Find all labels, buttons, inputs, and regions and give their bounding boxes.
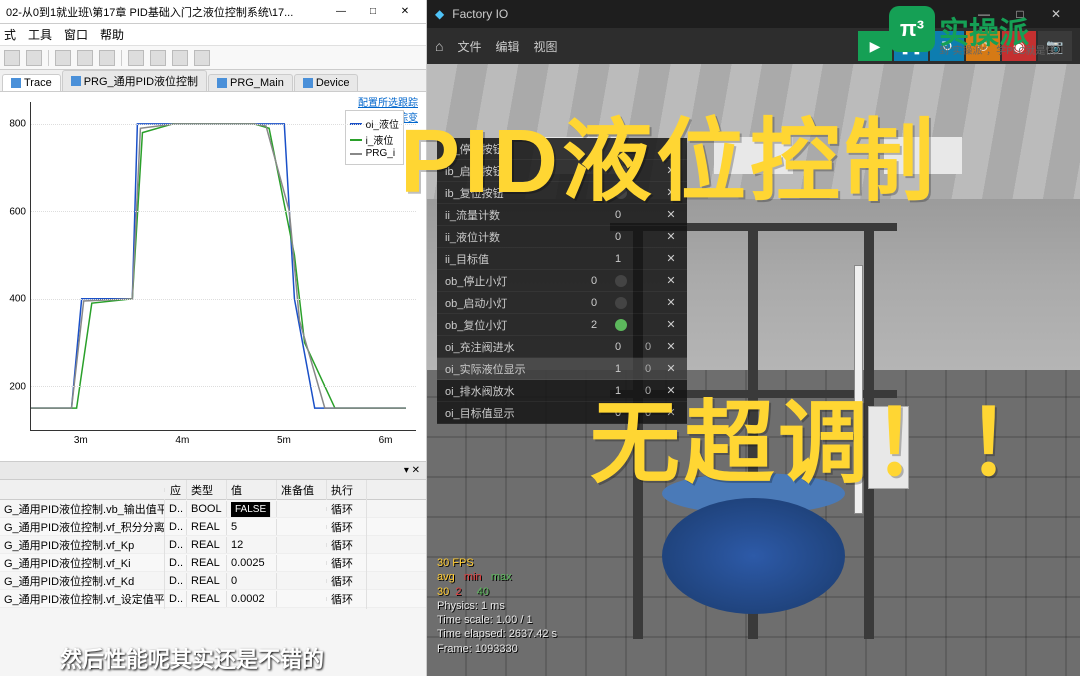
ide-titlebar: 02-从0到1就业班\第17章 PID基础入门之液位控制系统\17... — □… xyxy=(0,0,426,24)
toolbar-icon[interactable] xyxy=(150,50,166,66)
tab-device[interactable]: Device xyxy=(294,74,359,91)
close-icon[interactable]: ✕ xyxy=(663,362,679,375)
tab-prg-pid[interactable]: PRG_通用PID液位控制 xyxy=(62,70,207,91)
menu-item[interactable]: 帮助 xyxy=(100,26,124,43)
variable-table: 应 类型 值 准备值 执行 G_通用PID液位控制.vb_输出值平滑D..BOO… xyxy=(0,480,426,608)
trace-icon xyxy=(11,78,21,88)
close-icon[interactable]: ✕ xyxy=(663,252,679,265)
brand-tagline: 到"实操派"，学PLC就是快！ xyxy=(939,42,1066,57)
close-icon[interactable]: ✕ xyxy=(663,164,679,177)
table-row[interactable]: G_通用PID液位控制.vf_积分分离阈值D..REAL5循环 xyxy=(0,518,426,536)
level-gauge xyxy=(854,265,863,515)
factory-logo-icon: ◆ xyxy=(435,7,444,21)
toolbar-icon[interactable] xyxy=(55,50,71,66)
ide-panel: 02-从0到1就业班\第17章 PID基础入门之液位控制系统\17... — □… xyxy=(0,0,427,676)
toolbar-icon[interactable] xyxy=(4,50,20,66)
toolbar-icon[interactable] xyxy=(172,50,188,66)
io-variable-row[interactable]: oi_目标值显示00✕ xyxy=(437,402,687,424)
close-icon[interactable]: ✕ xyxy=(663,208,679,221)
control-panel-box xyxy=(868,406,908,489)
maximize-button[interactable]: □ xyxy=(358,3,388,21)
io-variable-panel: ib_停止按钮✕ib_启动按钮✕ib_复位按钮✕ii_流量计数0✕ii_液位计数… xyxy=(437,138,687,424)
io-variable-row[interactable]: ib_启动按钮✕ xyxy=(437,160,687,182)
table-row[interactable]: G_通用PID液位控制.vb_输出值平滑D..BOOLFALSE循环 xyxy=(0,500,426,518)
table-row[interactable]: G_通用PID液位控制.vf_KdD..REAL0循环 xyxy=(0,572,426,590)
video-subtitle: 然后性能呢其实还是不错的 xyxy=(60,642,324,674)
menu-file[interactable]: 文件 xyxy=(457,38,481,55)
brand-logo: π³ 实操派 到"实操派"，学PLC就是快！ xyxy=(889,6,1074,56)
close-icon[interactable]: ✕ xyxy=(663,186,679,199)
toolbar-icon[interactable] xyxy=(128,50,144,66)
performance-stats: 30 FPS avg min max 30 2 40 Physics: 1 ms… xyxy=(437,556,557,656)
close-button[interactable]: ✕ xyxy=(390,3,420,21)
pi-logo-icon: π³ xyxy=(889,6,935,52)
close-icon[interactable]: ✕ xyxy=(663,230,679,243)
trace-chart: 配置所选跟踪 添加跟踪变 200400600800 oi_液位i_液位PRG_i… xyxy=(0,92,426,462)
tab-trace[interactable]: Trace xyxy=(2,74,61,91)
menu-item[interactable]: 式 xyxy=(4,26,16,43)
table-row[interactable]: G_通用PID液位控制.vf_设定值平滑...D..REAL0.0002循环 xyxy=(0,590,426,608)
menu-item[interactable]: 工具 xyxy=(28,26,52,43)
menu-view[interactable]: 视图 xyxy=(534,38,558,55)
io-variable-row[interactable]: ii_流量计数0✕ xyxy=(437,204,687,226)
io-variable-row[interactable]: ob_启动小灯0✕ xyxy=(437,292,687,314)
close-icon[interactable]: ✕ xyxy=(663,318,679,331)
var-panel-header: ▾ ✕ xyxy=(0,462,426,480)
prg-icon xyxy=(217,78,227,88)
io-variable-row[interactable]: oi_排水阀放水10✕ xyxy=(437,380,687,402)
toolbar-icon[interactable] xyxy=(194,50,210,66)
home-icon[interactable]: ⌂ xyxy=(435,38,443,54)
io-variable-row[interactable]: ob_复位小灯2✕ xyxy=(437,314,687,336)
close-icon[interactable]: ✕ xyxy=(663,384,679,397)
ide-toolbar xyxy=(0,46,426,70)
toolbar-icon[interactable] xyxy=(26,50,42,66)
ide-tabs: Trace PRG_通用PID液位控制 PRG_Main Device xyxy=(0,70,426,92)
ide-menubar: 式 工具 窗口 帮助 xyxy=(0,24,426,46)
minimize-button[interactable]: — xyxy=(326,3,356,21)
io-variable-row[interactable]: ob_停止小灯0✕ xyxy=(437,270,687,292)
toolbar-icon[interactable] xyxy=(99,50,115,66)
close-icon[interactable]: ✕ xyxy=(663,296,679,309)
close-icon[interactable]: ✕ xyxy=(663,406,679,419)
io-variable-row[interactable]: oi_充注阀进水00✕ xyxy=(437,336,687,358)
table-row[interactable]: G_通用PID液位控制.vf_KiD..REAL0.0025循环 xyxy=(0,554,426,572)
factory-3d-viewport[interactable]: ib_停止按钮✕ib_启动按钮✕ib_复位按钮✕ii_流量计数0✕ii_液位计数… xyxy=(427,64,1080,676)
table-header: 应 类型 值 准备值 执行 xyxy=(0,480,426,500)
chart-legend: oi_液位i_液位PRG_i xyxy=(345,110,404,165)
close-icon[interactable]: ✕ xyxy=(663,274,679,287)
menu-edit[interactable]: 编辑 xyxy=(495,38,519,55)
menu-item[interactable]: 窗口 xyxy=(64,26,88,43)
factory-title-text: Factory IO xyxy=(452,7,508,21)
ide-title-text: 02-从0到1就业班\第17章 PID基础入门之液位控制系统\17... xyxy=(6,4,326,20)
close-icon[interactable]: ✕ xyxy=(663,142,679,155)
play-button[interactable]: ▶ xyxy=(858,31,892,61)
io-variable-row[interactable]: ib_停止按钮✕ xyxy=(437,138,687,160)
io-variable-row[interactable]: oi_实际液位显示10✕ xyxy=(437,358,687,380)
close-icon[interactable]: ✕ xyxy=(663,340,679,353)
io-variable-row[interactable]: ii_目标值1✕ xyxy=(437,248,687,270)
io-variable-row[interactable]: ib_复位按钮✕ xyxy=(437,182,687,204)
table-row[interactable]: G_通用PID液位控制.vf_KpD..REAL12循环 xyxy=(0,536,426,554)
toolbar-icon[interactable] xyxy=(77,50,93,66)
factory-io-panel: ◆ Factory IO — □ ✕ ⌂ 文件 编辑 视图 ▶ ❚❚ ↻ ⏱ ◉… xyxy=(427,0,1080,676)
device-icon xyxy=(303,78,313,88)
water-tank xyxy=(662,498,846,615)
prg-icon xyxy=(71,76,81,86)
tab-prg-main[interactable]: PRG_Main xyxy=(208,74,293,91)
io-variable-row[interactable]: ii_液位计数0✕ xyxy=(437,226,687,248)
